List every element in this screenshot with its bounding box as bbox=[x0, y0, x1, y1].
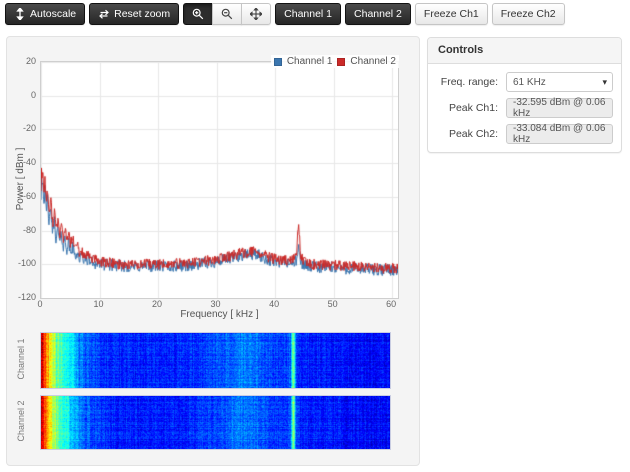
y-tick-label: 20 bbox=[10, 56, 36, 66]
peak-ch1-value-field: -32.595 dBm @ 0.06 kHz bbox=[506, 98, 613, 118]
freq-range-row: Freq. range: 61 KHz ▾ bbox=[436, 72, 613, 92]
controls-panel: Controls Freq. range: 61 KHz ▾ Peak Ch1:… bbox=[427, 37, 622, 153]
peak-ch2-value-field: -33.084 dBm @ 0.06 kHz bbox=[506, 124, 613, 144]
channel1-button-label: Channel 1 bbox=[284, 9, 332, 20]
pan-button[interactable] bbox=[241, 3, 271, 25]
freeze-ch1-label: Freeze Ch1 bbox=[424, 9, 479, 20]
channel2-button-label: Channel 2 bbox=[354, 9, 402, 20]
zoom-out-button[interactable] bbox=[212, 3, 242, 25]
x-tick-label: 50 bbox=[318, 299, 348, 309]
freq-range-label: Freq. range: bbox=[436, 76, 498, 88]
toolbar: Autoscale Reset zoom bbox=[5, 3, 565, 25]
waterfall2-label: Channel 2 bbox=[16, 393, 28, 449]
x-tick-label: 20 bbox=[142, 299, 172, 309]
spectrum-plot-canvas[interactable] bbox=[40, 61, 399, 299]
x-axis-title: Frequency [ kHz ] bbox=[40, 309, 399, 320]
magnifier-plus-icon bbox=[192, 8, 204, 20]
waterfall1-label: Channel 1 bbox=[16, 331, 28, 387]
resize-vertical-icon bbox=[14, 8, 26, 20]
main-panel: Power [ dBm ] Channel 1 Channel 2 Freque… bbox=[6, 36, 420, 466]
channel1-toggle-button[interactable]: Channel 1 bbox=[275, 3, 341, 25]
freq-range-selected-value: 61 KHz bbox=[513, 77, 546, 88]
spectrum-analyzer-app: Autoscale Reset zoom bbox=[0, 0, 630, 472]
channel2-legend-label: Channel 2 bbox=[350, 56, 396, 67]
autoscale-label: Autoscale bbox=[30, 9, 76, 20]
zoom-button-group bbox=[183, 3, 271, 25]
y-tick-label: -40 bbox=[10, 157, 36, 167]
peak-ch2-row: Peak Ch2: -33.084 dBm @ 0.06 kHz bbox=[436, 124, 613, 144]
freeze-ch1-button[interactable]: Freeze Ch1 bbox=[415, 3, 488, 25]
freeze-ch2-label: Freeze Ch2 bbox=[501, 9, 556, 20]
reset-zoom-label: Reset zoom bbox=[114, 9, 170, 20]
x-tick-label: 0 bbox=[25, 299, 55, 309]
channel2-legend-swatch bbox=[337, 58, 345, 66]
magnifier-minus-icon bbox=[221, 8, 233, 20]
controls-panel-title: Controls bbox=[428, 38, 621, 64]
loop-arrows-icon bbox=[98, 8, 110, 20]
channel1-legend-label: Channel 1 bbox=[287, 56, 333, 67]
x-tick-label: 10 bbox=[84, 299, 114, 309]
zoom-in-button[interactable] bbox=[183, 3, 213, 25]
y-tick-label: -100 bbox=[10, 258, 36, 268]
peak-ch1-row: Peak Ch1: -32.595 dBm @ 0.06 kHz bbox=[436, 98, 613, 118]
channel2-toggle-button[interactable]: Channel 2 bbox=[345, 3, 411, 25]
y-tick-label: 0 bbox=[10, 90, 36, 100]
peak-ch2-label: Peak Ch2: bbox=[436, 128, 498, 140]
chevron-down-icon: ▾ bbox=[602, 77, 607, 88]
chart-legend: Channel 1 Channel 2 bbox=[271, 55, 399, 68]
move-arrows-icon bbox=[250, 8, 262, 20]
x-tick-label: 40 bbox=[259, 299, 289, 309]
freq-range-select[interactable]: 61 KHz ▾ bbox=[506, 72, 613, 92]
y-tick-label: -20 bbox=[10, 123, 36, 133]
y-tick-label: -60 bbox=[10, 191, 36, 201]
waterfall-ch2-canvas bbox=[40, 395, 391, 450]
controls-panel-body: Freq. range: 61 KHz ▾ Peak Ch1: -32.595 … bbox=[428, 64, 621, 152]
waterfall-ch1-canvas bbox=[40, 332, 391, 389]
freeze-ch2-button[interactable]: Freeze Ch2 bbox=[492, 3, 565, 25]
reset-zoom-button[interactable]: Reset zoom bbox=[89, 3, 179, 25]
peak-ch1-label: Peak Ch1: bbox=[436, 102, 498, 114]
x-tick-label: 60 bbox=[376, 299, 406, 309]
autoscale-button[interactable]: Autoscale bbox=[5, 3, 85, 25]
channel1-legend-swatch bbox=[274, 58, 282, 66]
y-tick-label: -80 bbox=[10, 225, 36, 235]
x-tick-label: 30 bbox=[201, 299, 231, 309]
